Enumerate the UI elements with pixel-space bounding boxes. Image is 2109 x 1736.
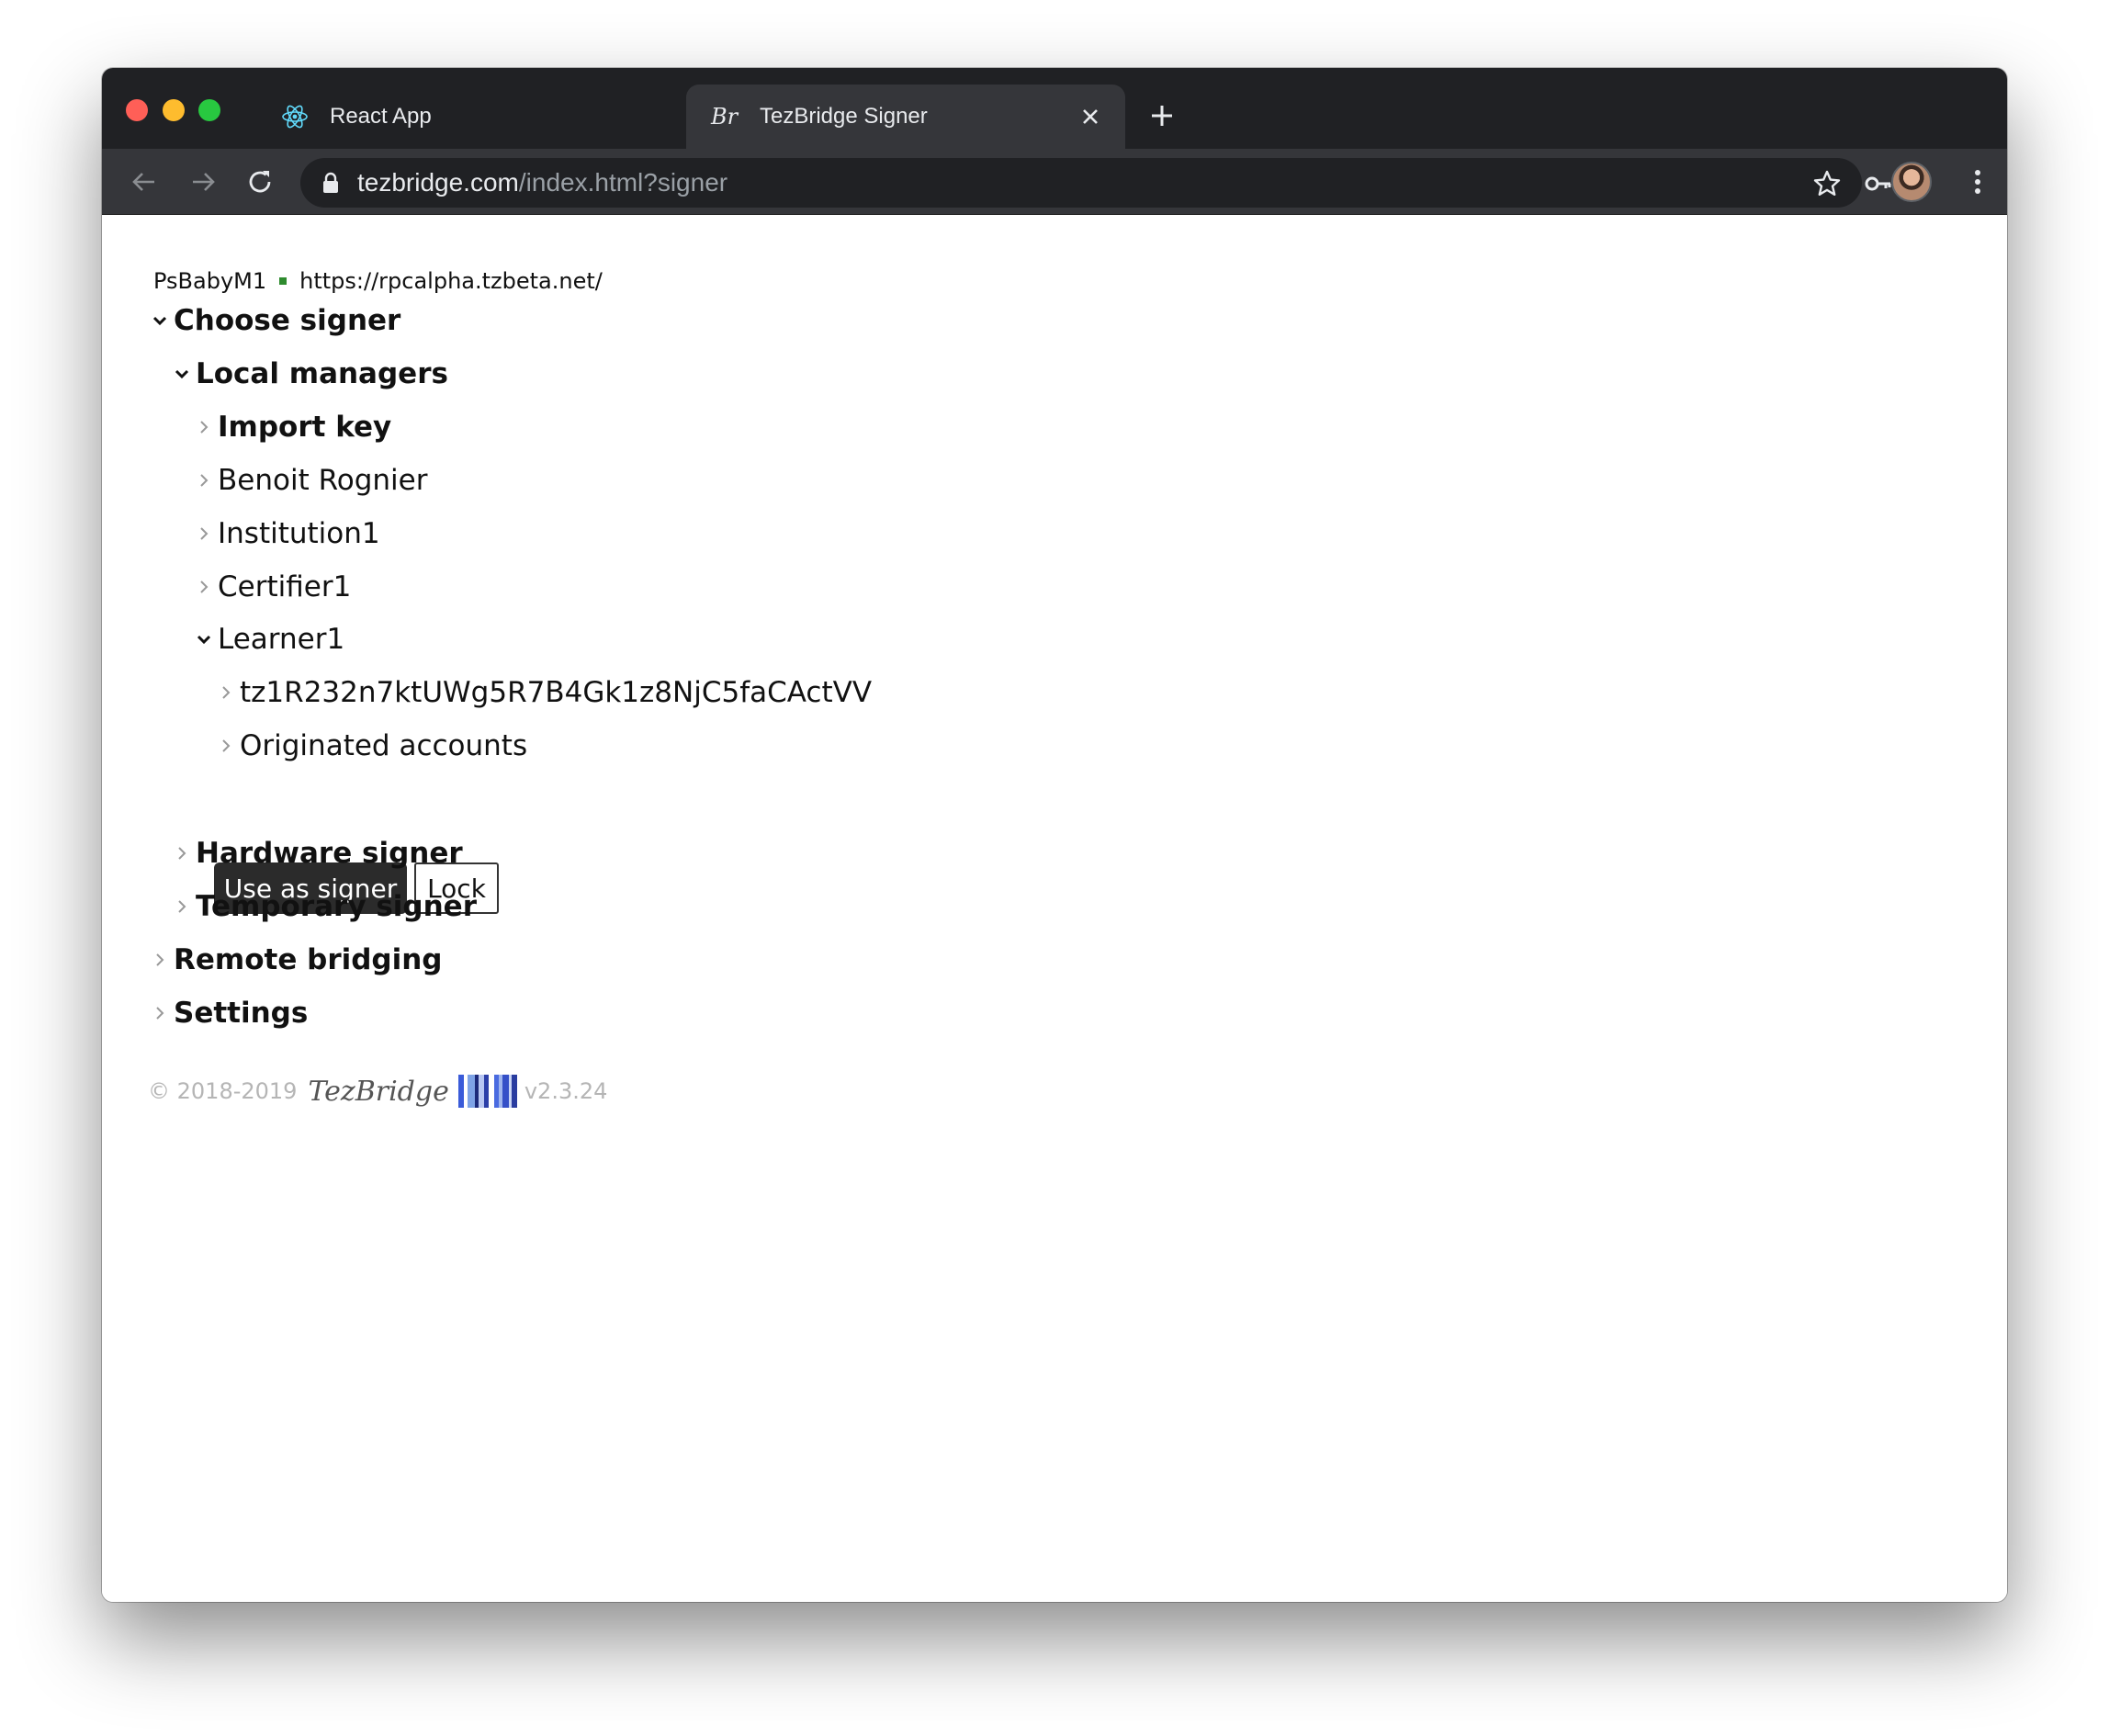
tree-choose-signer[interactable]: Choose signer — [152, 304, 400, 337]
browser-menu-button[interactable] — [1961, 165, 1994, 198]
close-tab-icon[interactable] — [1074, 100, 1107, 133]
chevron-right-icon — [196, 525, 212, 542]
node-url: https://rpcalpha.tzbeta.net/ — [299, 268, 603, 294]
url-text: tezbridge.com/index.html?signer — [357, 168, 727, 197]
connection-status-dot — [279, 277, 288, 285]
minimize-window-button[interactable] — [163, 99, 185, 121]
address-bar[interactable]: tezbridge.com/index.html?signer — [300, 158, 1891, 208]
chevron-right-icon — [152, 1005, 168, 1021]
chevron-right-icon — [218, 684, 234, 701]
tree-hardware-signer[interactable]: Hardware signer — [174, 837, 463, 870]
tree-label: Institution1 — [218, 517, 380, 550]
chevron-down-icon — [152, 312, 168, 329]
tree-originated-accounts[interactable]: Originated accounts — [218, 729, 527, 762]
tab-title: React App — [330, 104, 432, 129]
chevron-right-icon — [196, 472, 212, 489]
copyright-text: © 2018-2019 — [148, 1078, 298, 1104]
chevron-right-icon — [174, 898, 190, 915]
tree-label: Temporary signer — [196, 890, 477, 923]
tree-label: Learner1 — [218, 623, 345, 656]
tree-label: Remote bridging — [174, 943, 443, 976]
chevron-right-icon — [152, 952, 168, 968]
tree-import-key[interactable]: Import key — [196, 411, 391, 444]
protocol-label: PsBabyM1 — [153, 268, 267, 294]
password-key-icon[interactable] — [1862, 167, 1895, 200]
reload-icon — [249, 171, 271, 193]
tree-benoit-rognier[interactable]: Benoit Rognier — [196, 464, 427, 497]
tree-label: Import key — [218, 411, 392, 444]
chevron-right-icon — [174, 845, 190, 862]
tree-settings[interactable]: Settings — [152, 997, 308, 1030]
react-icon — [278, 100, 311, 133]
tree-certifier1[interactable]: Certifier1 — [196, 570, 351, 603]
forward-button[interactable] — [186, 165, 220, 198]
tree-label: tz1R232n7ktUWg5R7B4Gk1z8NjC5faCActVV — [240, 676, 873, 709]
close-window-button[interactable] — [126, 99, 148, 121]
tree-label: Choose signer — [174, 304, 401, 337]
tezbridge-icon: Br — [708, 100, 741, 133]
chevron-right-icon — [196, 419, 212, 435]
url-path: /index.html?signer — [518, 168, 728, 197]
tree-label: Local managers — [196, 357, 448, 390]
arrow-left-icon — [132, 173, 154, 191]
arrow-right-icon — [193, 173, 215, 191]
profile-avatar[interactable] — [1891, 162, 1932, 202]
browser-window: React App Br TezBridge Signer tezbridge.… — [102, 68, 2007, 1602]
bookmark-star-icon[interactable] — [1810, 167, 1844, 200]
svg-text:Br: Br — [710, 104, 739, 130]
tree-label: Settings — [174, 997, 309, 1030]
tree-local-managers[interactable]: Local managers — [174, 357, 448, 390]
chevron-right-icon — [218, 738, 234, 754]
tree-institution1[interactable]: Institution1 — [196, 517, 380, 550]
back-button[interactable] — [128, 165, 161, 198]
tree-label: Benoit Rognier — [218, 464, 428, 497]
tree-label: Certifier1 — [218, 570, 352, 603]
tree-learner1[interactable]: Learner1 — [196, 623, 344, 656]
tab-strip: React App Br TezBridge Signer — [102, 68, 2007, 149]
browser-toolbar: tezbridge.com/index.html?signer — [102, 149, 2007, 215]
chevron-down-icon — [174, 366, 190, 382]
zoom-window-button[interactable] — [198, 99, 220, 121]
new-tab-button[interactable] — [1145, 99, 1179, 132]
tree-label: Originated accounts — [240, 729, 528, 762]
tree-label: Hardware signer — [196, 837, 463, 870]
tab-tezbridge-signer[interactable]: Br TezBridge Signer — [686, 85, 1125, 149]
tree-account-address[interactable]: tz1R232n7ktUWg5R7B4Gk1z8NjC5faCActVV — [218, 676, 872, 709]
chevron-right-icon — [196, 579, 212, 595]
tab-title: TezBridge Signer — [760, 104, 928, 129]
page-content: PsBabyM1 https://rpcalpha.tzbeta.net/ Ch… — [102, 215, 2007, 1602]
footer: © 2018-2019 TezBridge v2.3.24 — [148, 1075, 607, 1108]
network-status: PsBabyM1 https://rpcalpha.tzbeta.net/ — [153, 268, 603, 294]
kebab-menu-icon — [1975, 170, 1980, 194]
tree-temporary-signer[interactable]: Temporary signer — [174, 890, 477, 923]
barcode-logo-icon — [457, 1075, 517, 1108]
url-host: tezbridge.com — [357, 168, 519, 197]
brand-logo-text: TezBridge — [308, 1075, 449, 1108]
tree-remote-bridging[interactable]: Remote bridging — [152, 943, 443, 976]
chevron-down-icon — [196, 631, 212, 648]
lock-icon[interactable] — [321, 170, 341, 196]
version-text: v2.3.24 — [524, 1078, 608, 1104]
plus-icon — [1152, 106, 1172, 126]
reload-button[interactable] — [243, 165, 276, 198]
